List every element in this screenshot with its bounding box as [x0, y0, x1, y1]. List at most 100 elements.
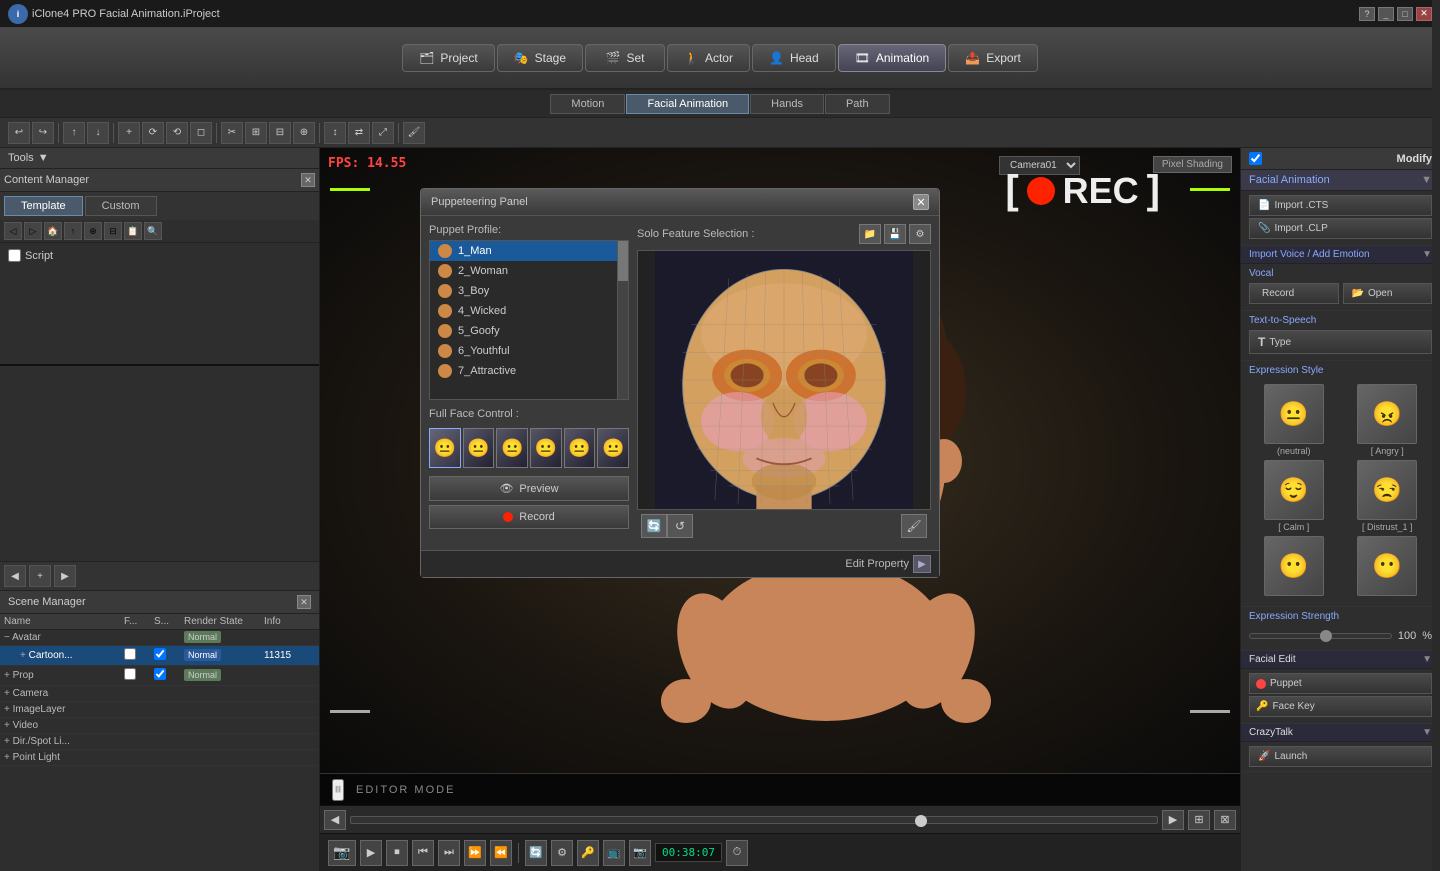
- timeline-left-button[interactable]: ◀: [324, 810, 346, 830]
- swap-button[interactable]: ⇄: [348, 122, 370, 144]
- panel-prev-button[interactable]: ◀: [4, 565, 26, 587]
- expand-button[interactable]: ⤢: [372, 122, 394, 144]
- cm-icon-3[interactable]: 🏠: [44, 222, 62, 240]
- profile-scrollbar[interactable]: [617, 240, 629, 400]
- table-row[interactable]: + Cartoon... Normal 11315: [0, 646, 319, 666]
- move-down-button[interactable]: ↓: [87, 122, 109, 144]
- playback-loop-button[interactable]: 🔄: [525, 840, 547, 866]
- profile-item-attractive[interactable]: 7_Attractive: [430, 361, 628, 381]
- minimize-button[interactable]: _: [1378, 7, 1394, 21]
- strength-knob[interactable]: [1320, 630, 1332, 642]
- panel-next-button[interactable]: ▶: [54, 565, 76, 587]
- resize-button[interactable]: ↕: [324, 122, 346, 144]
- sm-close-button[interactable]: ✕: [297, 595, 311, 609]
- tab-custom[interactable]: Custom: [85, 196, 157, 216]
- prop-s-check[interactable]: [154, 668, 166, 680]
- cartoon-s-check[interactable]: [154, 648, 166, 660]
- expand-cartoon[interactable]: +: [20, 650, 26, 661]
- solo-icon-2[interactable]: 💾: [884, 224, 906, 244]
- puppet-close-button[interactable]: ✕: [913, 194, 929, 210]
- type-button[interactable]: T Type: [1249, 330, 1432, 354]
- help-button[interactable]: ?: [1359, 7, 1375, 21]
- panel-add-button[interactable]: +: [29, 565, 51, 587]
- expr-extra-2[interactable]: 😶: [1343, 536, 1433, 598]
- prop-f-check[interactable]: [124, 668, 136, 680]
- playback-play-button[interactable]: ▶: [360, 840, 382, 866]
- cm-icon-1[interactable]: ◁: [4, 222, 22, 240]
- nav-actor[interactable]: 🚶 Actor: [667, 44, 750, 72]
- expr-extra-1[interactable]: 😶: [1249, 536, 1339, 598]
- playback-backward-button[interactable]: ⏪: [490, 840, 512, 866]
- scrollbar-thumb[interactable]: [618, 241, 628, 281]
- face-thumb-2[interactable]: 😐: [496, 428, 528, 468]
- rotate-cw-button[interactable]: ⟳: [142, 122, 164, 144]
- vocal-record-button[interactable]: Record: [1249, 283, 1339, 304]
- minus-button[interactable]: ⊟: [269, 122, 291, 144]
- cm-icon-2[interactable]: ▷: [24, 222, 42, 240]
- tab-facial-animation[interactable]: Facial Animation: [626, 94, 749, 114]
- plus-circle-button[interactable]: ⊕: [293, 122, 315, 144]
- cm-icon-7[interactable]: 📋: [124, 222, 142, 240]
- face-thumb-4[interactable]: 😐: [564, 428, 596, 468]
- table-row[interactable]: + Video: [0, 718, 319, 734]
- tab-template[interactable]: Template: [4, 196, 83, 216]
- cartoon-f-check[interactable]: [124, 648, 136, 660]
- expr-scrollbar[interactable]: [1432, 148, 1440, 871]
- maximize-button[interactable]: □: [1397, 7, 1413, 21]
- playback-key-button[interactable]: 🔑: [577, 840, 599, 866]
- move-up-button[interactable]: ↑: [63, 122, 85, 144]
- timeline-right-button[interactable]: ▶: [1162, 810, 1184, 830]
- script-checkbox[interactable]: [8, 249, 21, 262]
- rotate-face-button[interactable]: 🔄: [641, 514, 667, 538]
- add-button[interactable]: +: [118, 122, 140, 144]
- profile-item-boy[interactable]: 3_Boy: [430, 281, 628, 301]
- nav-set[interactable]: 🎬 Set: [585, 44, 665, 72]
- redo-button[interactable]: ↪: [32, 122, 54, 144]
- puppet-panel-header[interactable]: Puppeteering Panel ✕: [421, 189, 939, 216]
- face-thumb-1[interactable]: 😐: [463, 428, 495, 468]
- vocal-open-button[interactable]: 📂 Open: [1343, 283, 1433, 304]
- record-button[interactable]: Record: [429, 505, 629, 529]
- profile-item-man[interactable]: 1_Man: [430, 241, 628, 261]
- import-cts-button[interactable]: 📄 Import .CTS: [1249, 195, 1432, 216]
- face-thumb-0[interactable]: 😐: [429, 428, 461, 468]
- timeline-scrubber[interactable]: [350, 816, 1158, 824]
- paint-button[interactable]: 🖌: [403, 122, 425, 144]
- preview-button[interactable]: 👁 Preview: [429, 476, 629, 501]
- launch-button[interactable]: 🚀 Launch: [1249, 746, 1432, 767]
- nav-animation[interactable]: 🎞 Animation: [838, 44, 947, 72]
- undo-button[interactable]: ↩: [8, 122, 30, 144]
- cm-icon-4[interactable]: ↑: [64, 222, 82, 240]
- nav-export[interactable]: 📤 Export: [948, 44, 1038, 72]
- table-row[interactable]: + Camera: [0, 686, 319, 702]
- playback-end-button[interactable]: ⏭: [438, 840, 460, 866]
- table-row[interactable]: − Avatar Normal: [0, 630, 319, 646]
- timeline-extra-1[interactable]: ⊞: [1188, 810, 1210, 830]
- table-row[interactable]: + Dir./Spot Li...: [0, 734, 319, 750]
- edit-property-button[interactable]: ▶: [913, 555, 931, 573]
- playback-start-button[interactable]: ⏮: [412, 840, 434, 866]
- pause-button[interactable]: ⏸: [332, 779, 344, 801]
- table-row[interactable]: + Prop Normal: [0, 666, 319, 686]
- playback-stop-button[interactable]: ⏹: [386, 840, 408, 866]
- import-clp-button[interactable]: 📎 Import .CLP: [1249, 218, 1432, 239]
- nav-project[interactable]: 🗂 Project: [402, 44, 495, 72]
- cut-button[interactable]: ✂: [221, 122, 243, 144]
- timeline-extra-2[interactable]: ⊠: [1214, 810, 1236, 830]
- profile-item-youthful[interactable]: 6_Youthful: [430, 341, 628, 361]
- select-button[interactable]: ◻: [190, 122, 212, 144]
- nav-stage[interactable]: 🎭 Stage: [497, 44, 583, 72]
- profile-item-goofy[interactable]: 5_Goofy: [430, 321, 628, 341]
- face-thumb-3[interactable]: 😐: [530, 428, 562, 468]
- table-row[interactable]: + ImageLayer: [0, 702, 319, 718]
- cm-icon-6[interactable]: ⊟: [104, 222, 122, 240]
- playback-forward-button[interactable]: ⏩: [464, 840, 486, 866]
- tab-hands[interactable]: Hands: [750, 94, 824, 114]
- playback-settings-button[interactable]: ⚙: [551, 840, 573, 866]
- close-button[interactable]: ✕: [1416, 7, 1432, 21]
- expr-calm[interactable]: 😌 [ Calm ]: [1249, 460, 1339, 532]
- grid-button[interactable]: ⊞: [245, 122, 267, 144]
- rotate-ccw-button[interactable]: ⟲: [166, 122, 188, 144]
- face-key-button[interactable]: 🔑 Face Key: [1249, 696, 1432, 717]
- playback-screenshot-button[interactable]: 📷: [629, 840, 651, 866]
